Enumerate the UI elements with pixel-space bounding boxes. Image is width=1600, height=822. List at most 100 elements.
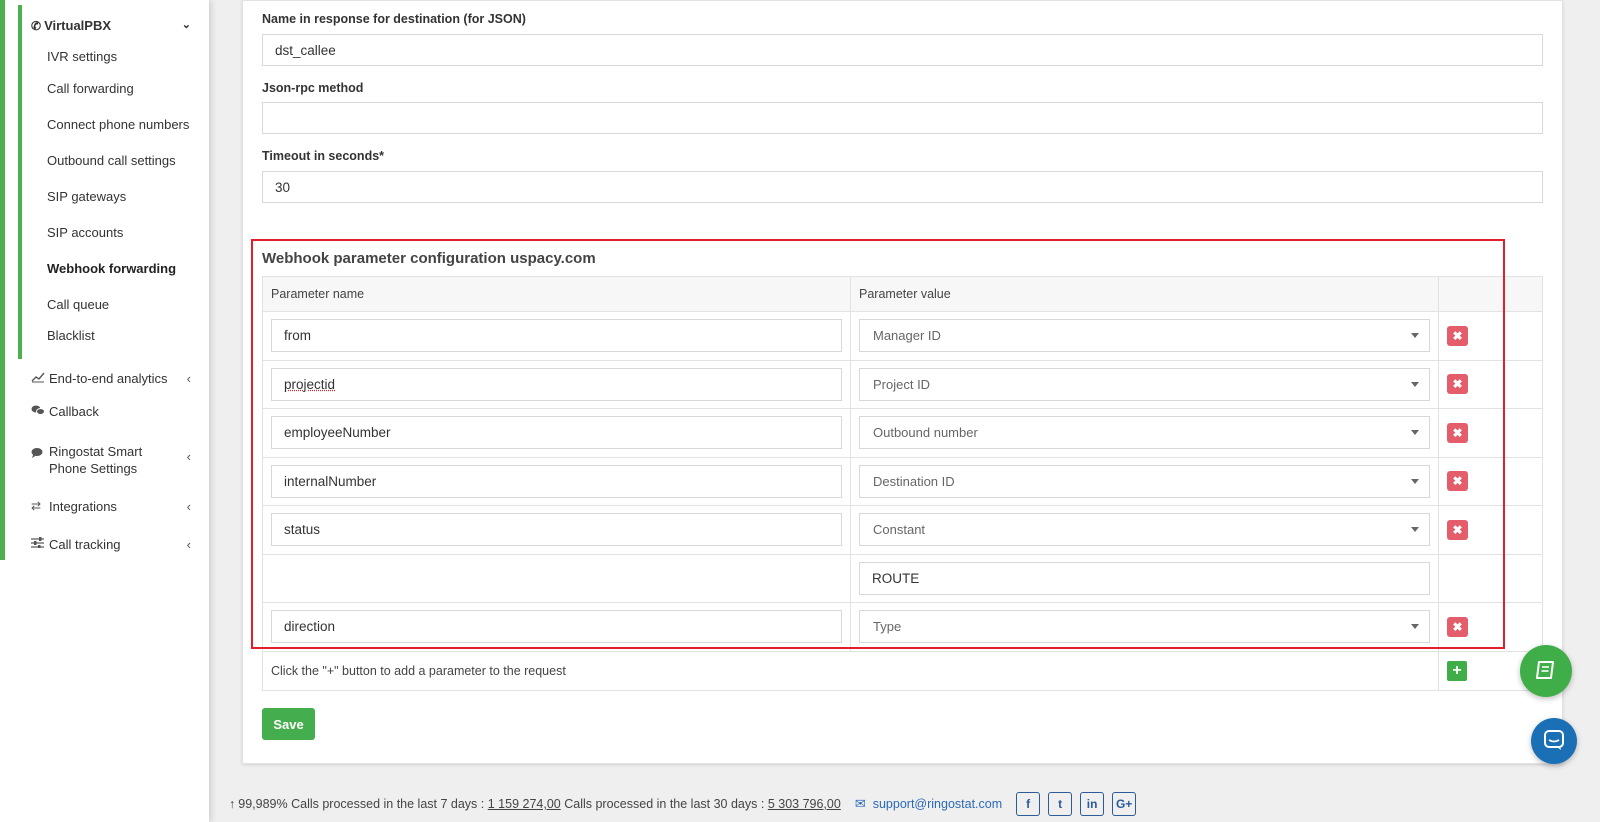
chat-launcher-button[interactable]	[1531, 718, 1577, 764]
col-header-actions	[1439, 277, 1542, 311]
envelope-icon: ✉	[854, 796, 866, 811]
calls-7-value: 1 159 274,00	[487, 797, 561, 811]
sidebar-item-label: Callback	[49, 404, 99, 419]
add-parameter-hint: Click the "+" button to add a parameter …	[263, 651, 1439, 690]
parameter-value-select[interactable]: Constant	[859, 513, 1430, 547]
sidebar-item-callback[interactable]: Callback	[31, 404, 191, 419]
table-row: projectid Project ID ✖	[263, 359, 1542, 408]
google-plus-icon[interactable]: G+	[1112, 792, 1137, 816]
sidebar-item-label: End-to-end analytics	[49, 371, 168, 386]
sidebar-item-call-forwarding[interactable]: Call forwarding	[47, 81, 134, 96]
delete-parameter-button[interactable]: ✖	[1447, 374, 1468, 395]
name-response-label: Name in response for destination (for JS…	[262, 12, 526, 26]
linkedin-icon[interactable]: in	[1080, 792, 1105, 816]
parameter-name-input[interactable]: direction	[271, 610, 842, 644]
sidebar-item-outbound-call-settings[interactable]: Outbound call settings	[47, 153, 176, 168]
sidebar-item-call-tracking[interactable]: Call tracking ‹	[31, 537, 191, 552]
sidebar-item-webhook-forwarding[interactable]: Webhook forwarding	[47, 261, 176, 276]
parameter-value-select[interactable]: Project ID	[859, 367, 1430, 401]
chevron-down-icon: ⌄	[181, 19, 191, 31]
sidebar: ✆ VirtualPBX ⌄ IVR settings Call forward…	[0, 0, 209, 822]
add-parameter-row: Click the "+" button to add a parameter …	[263, 650, 1542, 690]
sidebar-section-accent-bar	[18, 5, 22, 359]
twitter-icon[interactable]: t	[1048, 792, 1073, 816]
select-value: Outbound number	[873, 425, 978, 441]
social-links: f t in G+	[1016, 792, 1144, 816]
delete-parameter-button[interactable]: ✖	[1447, 422, 1468, 443]
sidebar-item-ivr-settings[interactable]: IVR settings	[47, 49, 117, 64]
parameter-table: Parameter name Parameter value from Mana…	[262, 276, 1543, 691]
sidebar-item-sip-gateways[interactable]: SIP gateways	[47, 189, 126, 204]
table-header-row: Parameter name Parameter value	[263, 277, 1542, 311]
col-header-parameter-name: Parameter name	[263, 277, 851, 311]
table-row: direction Type ✖	[263, 602, 1542, 651]
sidebar-item-ringostat-smart-phone-settings[interactable]: Ringostat Smart Phone Settings ‹	[31, 443, 191, 477]
parameter-value-select[interactable]: Destination ID	[859, 464, 1430, 498]
webhook-config-title: Webhook parameter configuration uspacy.c…	[262, 250, 596, 267]
book-icon	[1534, 659, 1558, 684]
sidebar-item-label: Ringostat Smart Phone Settings	[49, 444, 143, 476]
parameter-name-input[interactable]: projectid	[271, 367, 842, 401]
sidebar-accent-bar	[0, 0, 5, 560]
chart-line-icon	[31, 371, 47, 386]
chat-bubble-icon	[1543, 729, 1565, 754]
sidebar-item-label: Call tracking	[49, 537, 121, 552]
calls-7-label: Calls processed in the last 7 days :	[291, 797, 485, 811]
sidebar-section-virtualpbx[interactable]: ✆ VirtualPBX ⌄	[31, 18, 191, 33]
col-header-parameter-value: Parameter value	[851, 277, 1439, 311]
calls-30-label: Calls processed in the last 30 days :	[564, 797, 765, 811]
exchange-icon: ⇄	[31, 499, 42, 513]
caret-down-icon	[1411, 478, 1419, 484]
sidebar-item-sip-accounts[interactable]: SIP accounts	[47, 225, 123, 240]
table-row: status Constant ✖	[263, 505, 1542, 554]
sidebar-item-call-queue[interactable]: Call queue	[47, 297, 109, 312]
select-value: Manager ID	[873, 328, 941, 344]
table-row: internalNumber Destination ID ✖	[263, 456, 1542, 505]
uptime-value: 99,989%	[238, 797, 288, 811]
parameter-value-select[interactable]: Manager ID	[859, 319, 1430, 353]
parameter-value-select[interactable]: Outbound number	[859, 416, 1430, 450]
sidebar-item-end-to-end-analytics[interactable]: End-to-end analytics ‹	[31, 371, 191, 386]
select-value: Project ID	[873, 376, 931, 392]
chevron-left-icon: ‹	[186, 537, 191, 552]
sidebar-item-blacklist[interactable]: Blacklist	[47, 328, 95, 343]
chat-icon	[31, 404, 47, 419]
sidebar-item-connect-phone-numbers[interactable]: Connect phone numbers	[47, 117, 189, 132]
save-button[interactable]: Save	[262, 708, 315, 740]
add-parameter-button[interactable]: +	[1447, 660, 1467, 681]
parameter-name-input[interactable]: internalNumber	[271, 464, 842, 498]
jsonrpc-method-input[interactable]	[262, 102, 1543, 134]
parameter-name-input[interactable]: employeeNumber	[271, 416, 842, 450]
select-value: Destination ID	[873, 473, 955, 489]
constant-value-input[interactable]: ROUTE	[859, 561, 1430, 595]
support-email-link[interactable]: ✉ support@ringostat.com	[855, 796, 1002, 812]
caret-down-icon	[1411, 333, 1419, 339]
chevron-left-icon: ‹	[186, 371, 191, 386]
sidebar-item-integrations[interactable]: ⇄ Integrations ‹	[31, 499, 191, 514]
timeout-label: Timeout in seconds*	[262, 149, 385, 163]
facebook-icon[interactable]: f	[1016, 792, 1041, 816]
delete-parameter-button[interactable]: ✖	[1447, 519, 1468, 540]
calls-30-value: 5 303 796,00	[767, 797, 841, 811]
name-response-input[interactable]: dst_callee	[262, 34, 1543, 66]
caret-down-icon	[1411, 624, 1419, 630]
select-value: Constant	[873, 522, 926, 538]
sliders-icon	[31, 537, 47, 551]
caret-down-icon	[1411, 430, 1419, 436]
table-row: from Manager ID ✖	[263, 311, 1542, 360]
delete-parameter-button[interactable]: ✖	[1447, 325, 1468, 346]
parameter-name-input[interactable]: status	[271, 513, 842, 547]
phone-icon: ✆	[31, 18, 42, 33]
table-row: employeeNumber Outbound number ✖	[263, 408, 1542, 457]
delete-parameter-button[interactable]: ✖	[1447, 471, 1468, 492]
sidebar-section-title: VirtualPBX	[44, 18, 112, 33]
timeout-input[interactable]: 30	[262, 171, 1543, 203]
select-value: Type	[873, 619, 902, 635]
table-row: ROUTE	[263, 553, 1542, 602]
delete-parameter-button[interactable]: ✖	[1447, 616, 1468, 637]
parameter-value-select[interactable]: Type	[859, 610, 1430, 644]
sidebar-item-label: Integrations	[49, 499, 117, 514]
footer: ↑ 99,989% Calls processed in the last 7 …	[209, 786, 1600, 822]
parameter-name-input[interactable]: from	[271, 319, 842, 353]
knowledge-base-button[interactable]	[1520, 645, 1572, 697]
